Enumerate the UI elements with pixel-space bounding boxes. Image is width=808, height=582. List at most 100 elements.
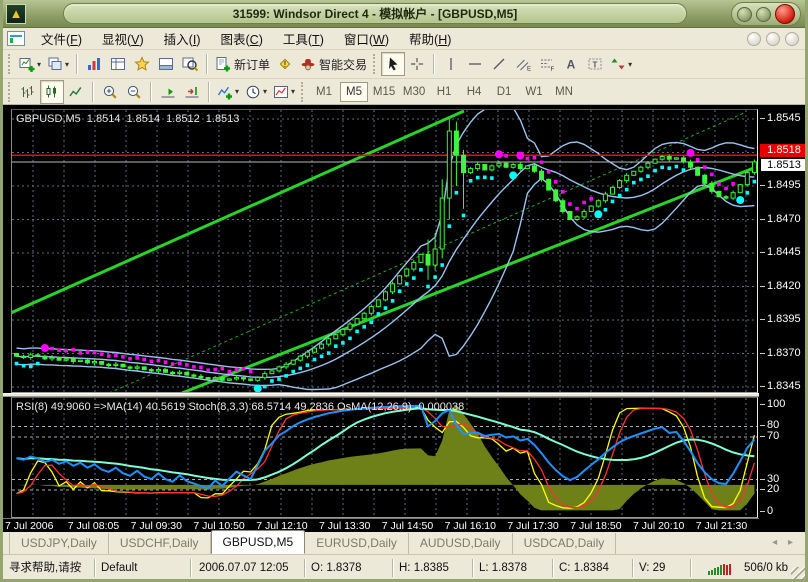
timeframe-button-d1[interactable]: D1 — [490, 82, 518, 102]
trendline-tool-button-icon — [491, 56, 507, 72]
expert-advisors-button[interactable]: 智能交易 — [297, 52, 370, 76]
dropdown-arrow-icon[interactable]: ▾ — [291, 87, 295, 96]
indicator-chart[interactable] — [11, 397, 758, 518]
new-order-button[interactable]: 新订单 — [212, 52, 273, 76]
status-profile[interactable]: Default — [95, 559, 191, 577]
timeframe-button-w1[interactable]: W1 — [520, 82, 548, 102]
indicator-axis-label: 0 — [767, 505, 773, 517]
mdi-minimize-button[interactable] — [747, 32, 761, 46]
chart-tab-eurusd[interactable]: EURUSD,Daily — [305, 533, 409, 554]
time-axis-label: 7 Jul 09:30 — [131, 520, 182, 532]
vertical-line-tool-button-icon — [443, 56, 459, 72]
tab-scroll-arrows[interactable]: ◂ ▸ — [772, 537, 797, 548]
menu-item-i[interactable]: 插入(I) — [154, 27, 211, 50]
menu-item-h[interactable]: 帮助(H) — [399, 27, 461, 50]
close-button[interactable] — [775, 4, 795, 24]
mdi-restore-button[interactable] — [766, 32, 780, 46]
minimize-button[interactable] — [737, 7, 752, 22]
horizontal-line-tool-button-icon — [467, 56, 483, 72]
timeframe-button-m30[interactable]: M30 — [400, 82, 428, 102]
dropdown-arrow-icon[interactable]: ▾ — [628, 60, 632, 69]
periods-button-icon — [245, 84, 261, 100]
status-bar-time: 2006.07.07 12:05 — [193, 559, 305, 577]
dropdown-arrow-icon[interactable]: ▾ — [37, 60, 41, 69]
new-order-button-label: 新订单 — [234, 56, 270, 73]
horizontal-line-tool-button[interactable] — [463, 52, 487, 76]
menu-item-v[interactable]: 显视(V) — [92, 27, 154, 50]
fibonacci-tool-button[interactable]: F — [535, 52, 559, 76]
candlestick-chart-button[interactable] — [40, 80, 64, 104]
fibonacci-tool-button-icon: F — [539, 56, 555, 72]
toolbar-grip[interactable] — [8, 82, 13, 102]
price-axis[interactable]: 1.8518 1.8513 1.85451.84951.84701.84451.… — [759, 106, 808, 533]
price-chart[interactable] — [11, 109, 758, 393]
cursor-tool-button[interactable] — [381, 52, 405, 76]
metaeditor-button[interactable]: ! — [273, 52, 297, 76]
chart-tab-bar: USDJPY,DailyUSDCHF,DailyGBPUSD,M5EURUSD,… — [3, 532, 805, 555]
menu-item-w[interactable]: 窗口(W) — [334, 27, 399, 50]
market-watch-button[interactable] — [82, 52, 106, 76]
dropdown-arrow-icon[interactable]: ▾ — [65, 60, 69, 69]
data-window-button[interactable] — [106, 52, 130, 76]
menu-item-c[interactable]: 图表(C) — [211, 27, 273, 50]
toolbar-grip[interactable] — [8, 54, 13, 74]
standard-toolbar: ▾ ▾ 新订单!智能交易 EFAT ▾ — [3, 50, 805, 79]
zoom-out-button[interactable] — [122, 80, 146, 104]
timeframe-button-m5[interactable]: M5 — [340, 82, 368, 102]
arrows-tool-button-icon — [610, 56, 626, 72]
mdi-close-button[interactable] — [785, 32, 799, 46]
new-order-button-icon — [215, 56, 231, 72]
label-tool-button[interactable]: T — [583, 52, 607, 76]
chart-tab-gbpusd[interactable]: GBPUSD,M5 — [211, 530, 306, 554]
line-chart-button[interactable] — [64, 80, 88, 104]
menu-item-f[interactable]: 文件(F) — [31, 27, 92, 50]
trendline-tool-button[interactable] — [487, 52, 511, 76]
crosshair-tool-button[interactable] — [405, 52, 429, 76]
chart-shift-button-icon — [184, 84, 200, 100]
dropdown-arrow-icon[interactable]: ▾ — [235, 87, 239, 96]
profiles-button[interactable]: ▾ — [44, 52, 72, 76]
arrows-tool-button[interactable]: ▾ — [607, 52, 635, 76]
indicator-values-label: RSI(8) 49.9060 =>MA(14) 40.5619 Stoch(8,… — [16, 401, 464, 413]
chart-tab-audusd[interactable]: AUDUSD,Daily — [409, 533, 513, 554]
chart-shift-button[interactable] — [180, 80, 204, 104]
timeframe-button-h4[interactable]: H4 — [460, 82, 488, 102]
expert-advisors-button-icon — [300, 56, 316, 72]
resize-grip[interactable] — [791, 567, 805, 581]
toolbar-grip[interactable] — [373, 54, 378, 74]
navigator-button[interactable] — [130, 52, 154, 76]
menu-item-t[interactable]: 工具(T) — [273, 27, 334, 50]
channel-tool-button[interactable]: E — [511, 52, 535, 76]
vertical-line-tool-button[interactable] — [439, 52, 463, 76]
chart-tab-usdcad[interactable]: USDCAD,Daily — [513, 533, 617, 554]
dropdown-arrow-icon[interactable]: ▾ — [263, 87, 267, 96]
time-axis[interactable]: 7 Jul 20067 Jul 08:057 Jul 09:307 Jul 10… — [3, 518, 759, 533]
timeframe-button-m1[interactable]: M1 — [310, 82, 338, 102]
toolbar-grip[interactable] — [301, 82, 306, 102]
terminal-button[interactable] — [154, 52, 178, 76]
title-bar[interactable]: ▲ 31599: Windsor Direct 4 - 模拟帐户 - [GBPU… — [3, 0, 805, 28]
text-tool-button[interactable]: A — [559, 52, 583, 76]
new-chart-button[interactable]: ▾ — [16, 52, 44, 76]
periods-button[interactable]: ▾ — [242, 80, 270, 104]
chart-tab-usdjpy[interactable]: USDJPY,Daily — [9, 533, 109, 554]
templates-button[interactable]: ▾ — [270, 80, 298, 104]
indicator-axis-label: 70 — [767, 430, 779, 442]
timeframe-button-mn[interactable]: MN — [550, 82, 578, 102]
bar-chart-button[interactable] — [16, 80, 40, 104]
indicators-button[interactable]: ▾ — [214, 80, 242, 104]
strategy-tester-button[interactable] — [178, 52, 202, 76]
timeframe-button-m15[interactable]: M15 — [370, 82, 398, 102]
chart-window: GBPUSD,M51.85141.85141.85121.8513 RSI(8)… — [3, 105, 805, 532]
status-high: H: 1.8385 — [393, 559, 473, 577]
chart-tab-usdchf[interactable]: USDCHF,Daily — [109, 533, 211, 554]
timeframe-button-h1[interactable]: H1 — [430, 82, 458, 102]
auto-scroll-button[interactable] — [156, 80, 180, 104]
chart-document-icon[interactable] — [7, 31, 25, 46]
time-axis-label: 7 Jul 13:30 — [319, 520, 370, 532]
time-axis-label: 7 Jul 2006 — [5, 520, 53, 532]
zoom-in-button[interactable] — [98, 80, 122, 104]
toolbar-separator — [208, 82, 210, 102]
toolbar-separator — [92, 82, 94, 102]
maximize-button[interactable] — [756, 7, 771, 22]
